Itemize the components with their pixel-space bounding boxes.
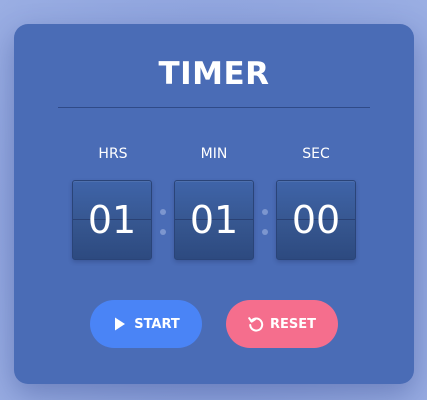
minutes-label: MIN [200, 146, 228, 162]
hours-minutes-separator [160, 209, 166, 235]
reset-button[interactable]: RESET [226, 300, 338, 348]
seconds-display: 00 [276, 180, 356, 260]
start-button-label: START [134, 316, 180, 332]
start-button[interactable]: START [90, 300, 202, 348]
minutes-seconds-separator [262, 209, 268, 235]
title-divider [58, 107, 370, 108]
seconds-value: 00 [291, 198, 341, 242]
separator-dot [262, 209, 268, 215]
separator-dot [160, 209, 166, 215]
seconds-label: SEC [302, 146, 330, 162]
minutes-display: 01 [174, 180, 254, 260]
reset-button-label: RESET [269, 316, 316, 332]
separator-dot [160, 229, 166, 235]
timer-card: TIMER HRS MIN SEC 01 01 00 START RESET [14, 24, 414, 384]
minutes-value: 01 [189, 198, 239, 242]
play-icon [112, 316, 128, 332]
hours-value: 01 [87, 198, 137, 242]
hours-label: HRS [98, 146, 128, 162]
separator-dot [262, 229, 268, 235]
reset-icon [248, 316, 264, 332]
timer-title: TIMER [158, 56, 270, 92]
hours-display: 01 [72, 180, 152, 260]
